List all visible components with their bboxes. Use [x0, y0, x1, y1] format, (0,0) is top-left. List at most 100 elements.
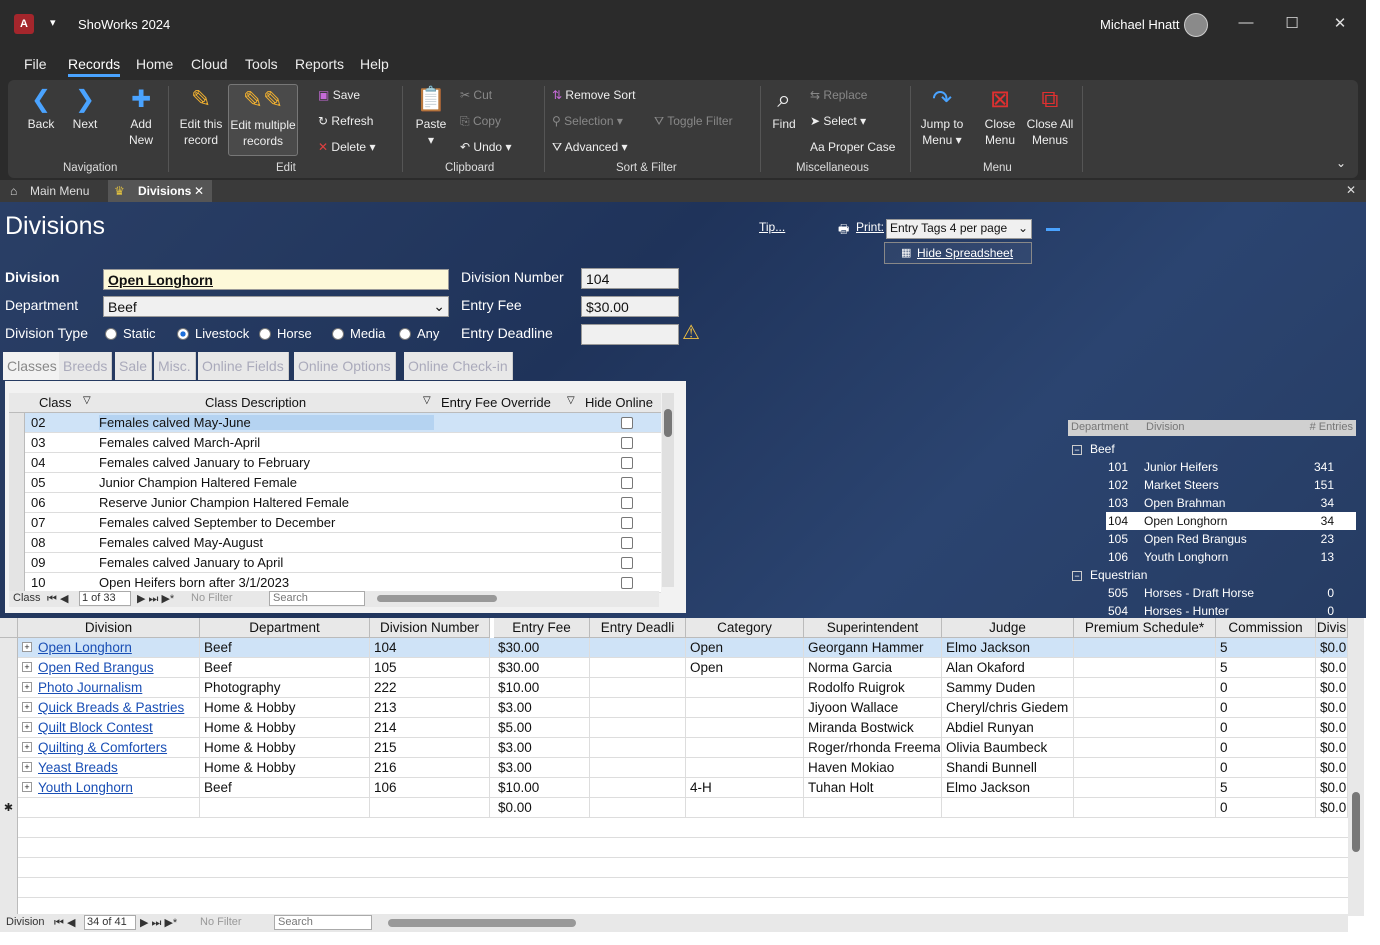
cell-superintendent[interactable]: Miranda Bostwick [808, 720, 940, 735]
cell-entry-fee[interactable]: $0.00 [498, 800, 588, 815]
col-superintendent[interactable]: Superintendent [804, 618, 942, 638]
dept-group-0[interactable]: − Beef [1072, 442, 1115, 456]
cell-entry-fee[interactable]: $3.00 [498, 740, 588, 755]
row-selector[interactable] [0, 758, 18, 778]
close-icon[interactable]: ✕ [1330, 14, 1350, 32]
cell-entry-fee[interactable]: $30.00 [498, 660, 588, 675]
table-row[interactable]: 02 Females calved May-June [9, 413, 661, 433]
cell-division[interactable]: Quilting & Comforters [38, 740, 198, 755]
minimize-icon[interactable]: — [1236, 14, 1256, 31]
col-entry-fee[interactable]: Entry Fee [494, 618, 590, 638]
row-selector[interactable] [9, 493, 25, 513]
tab-online-fields[interactable]: Online Fields [198, 352, 289, 380]
division-field[interactable]: Open Longhorn [103, 269, 449, 290]
cell-commission[interactable]: 0 [1220, 720, 1314, 735]
expand-row-icon[interactable]: + [22, 722, 32, 732]
copy-button[interactable]: ⎘ Copy [460, 114, 501, 129]
dept-list-item[interactable]: 101 Junior Heifers 341 [1106, 458, 1356, 476]
department-select[interactable]: Beef ⌄ [103, 296, 449, 317]
cell-division-fee[interactable]: $0.00 [1320, 700, 1346, 715]
cell-division[interactable]: Yeast Breads [38, 760, 198, 775]
cell-judge[interactable]: Alan Okaford [946, 660, 1072, 675]
row-selector[interactable] [9, 573, 25, 593]
row-selector[interactable] [0, 778, 18, 798]
dept-group-1[interactable]: − Equestrian [1072, 568, 1147, 582]
menu-home[interactable]: Home [136, 56, 173, 72]
no-filter-indicator[interactable]: No Filter [191, 592, 233, 604]
tab-classes[interactable]: Classes [3, 352, 62, 380]
collapse-group-icon[interactable]: − [1072, 445, 1082, 455]
cell-division-fee[interactable]: $0.00 [1320, 720, 1346, 735]
close-all-menus-button[interactable]: ⧉ Close All Menus [1024, 86, 1076, 148]
row-selector[interactable] [0, 658, 18, 678]
cell-division-number[interactable]: 214 [374, 720, 488, 735]
menu-tools[interactable]: Tools [245, 56, 278, 72]
cell-entry-fee[interactable]: $3.00 [498, 700, 588, 715]
cell-superintendent[interactable]: Haven Mokiao [808, 760, 940, 775]
col-division-fee[interactable]: Divis [1316, 618, 1348, 638]
tab-main-menu[interactable]: ⌂ Main Menu [0, 180, 106, 202]
cell-entry-fee[interactable]: $5.00 [498, 720, 588, 735]
scroll-thumb[interactable] [1352, 792, 1360, 852]
cell-entry-fee[interactable]: $10.00 [498, 780, 588, 795]
cell-division-number[interactable]: 105 [374, 660, 488, 675]
select-all-corner[interactable] [0, 618, 18, 638]
cell-department[interactable]: Beef [204, 640, 368, 655]
cell-department[interactable]: Home & Hobby [204, 760, 368, 775]
cell-judge[interactable]: Shandi Bunnell [946, 760, 1072, 775]
cell-judge[interactable]: Abdiel Runyan [946, 720, 1072, 735]
expand-row-icon[interactable]: + [22, 702, 32, 712]
cell-commission[interactable]: 5 [1220, 780, 1314, 795]
close-menu-button[interactable]: ⊠ Close Menu [980, 86, 1020, 148]
cell-judge[interactable]: Cheryl/chris Giedem [946, 700, 1072, 715]
find-button[interactable]: ⌕ Find [768, 86, 800, 132]
col-entry-fee-override[interactable]: Entry Fee Override [441, 395, 551, 410]
tab-online-checkin[interactable]: Online Check-in [404, 352, 513, 380]
expand-row-icon[interactable]: + [22, 762, 32, 772]
cell-category[interactable]: Open [690, 640, 802, 655]
tab-online-options[interactable]: Online Options [294, 352, 396, 380]
tab-breeds[interactable]: Breeds [59, 352, 113, 380]
class-search-field[interactable]: Search [269, 591, 365, 606]
entry-fee-field[interactable]: $30.00 [581, 296, 679, 317]
cell-superintendent[interactable]: Rodolfo Ruigrok [808, 680, 940, 695]
filter-dropdown-icon[interactable]: ▽ [423, 395, 431, 406]
col-commission[interactable]: Commission [1216, 618, 1316, 638]
cell-entry-fee[interactable]: $3.00 [498, 760, 588, 775]
cell-judge[interactable]: Olivia Baumbeck [946, 740, 1072, 755]
division-number-field[interactable]: 104 [581, 268, 679, 289]
cell-superintendent[interactable]: Jiyoon Wallace [808, 700, 940, 715]
radio-media[interactable]: Media [332, 326, 385, 341]
col-class[interactable]: Class [39, 395, 72, 410]
row-selector[interactable] [9, 473, 25, 493]
entry-deadline-field[interactable] [581, 324, 679, 345]
menu-records[interactable]: Records [68, 56, 121, 77]
edit-record-button[interactable]: ✎ Edit this record [176, 86, 226, 148]
table-row[interactable]: 06 Reserve Junior Champion Haltered Femal… [9, 493, 661, 513]
dept-list-item[interactable]: 106 Youth Longhorn 13 [1106, 548, 1356, 566]
cell-superintendent[interactable]: Roger/rhonda Freema [808, 740, 940, 755]
row-selector[interactable] [9, 533, 25, 553]
table-row[interactable]: + Open Red Brangus Beef 105 $30.00 Open Norma … [0, 658, 1348, 678]
refresh-button[interactable]: ↻ Refresh [318, 114, 373, 128]
expand-row-icon[interactable]: + [22, 682, 32, 692]
undo-button[interactable]: ↶ Undo ▾ [460, 140, 511, 154]
classes-scrollbar[interactable] [662, 393, 674, 587]
cell-department[interactable]: Beef [204, 660, 368, 675]
row-selector[interactable] [9, 453, 25, 473]
print-label[interactable]: Print: [856, 220, 884, 234]
class-record-number[interactable]: 1 of 33 [79, 591, 131, 606]
toggle-filter-button[interactable]: ⛛ Toggle Filter [654, 114, 733, 129]
row-selector[interactable] [0, 738, 18, 758]
table-row[interactable]: 03 Females calved March-April [9, 433, 661, 453]
first-record-icon[interactable]: ⏮ ◀ [47, 592, 68, 606]
next-button[interactable]: ❯ Next [70, 86, 100, 132]
scroll-thumb[interactable] [664, 409, 672, 437]
table-row[interactable]: 07 Females calved September to December [9, 513, 661, 533]
col-entry-deadline[interactable]: Entry Deadli [590, 618, 686, 638]
paste-button[interactable]: 📋 Paste ▾ [412, 86, 450, 148]
row-selector[interactable] [0, 698, 18, 718]
cell-division-fee[interactable]: $0.00 [1320, 760, 1346, 775]
selection-button[interactable]: ⚲ Selection ▾ [552, 114, 623, 128]
proper-case-button[interactable]: Aa Proper Case [810, 140, 895, 154]
